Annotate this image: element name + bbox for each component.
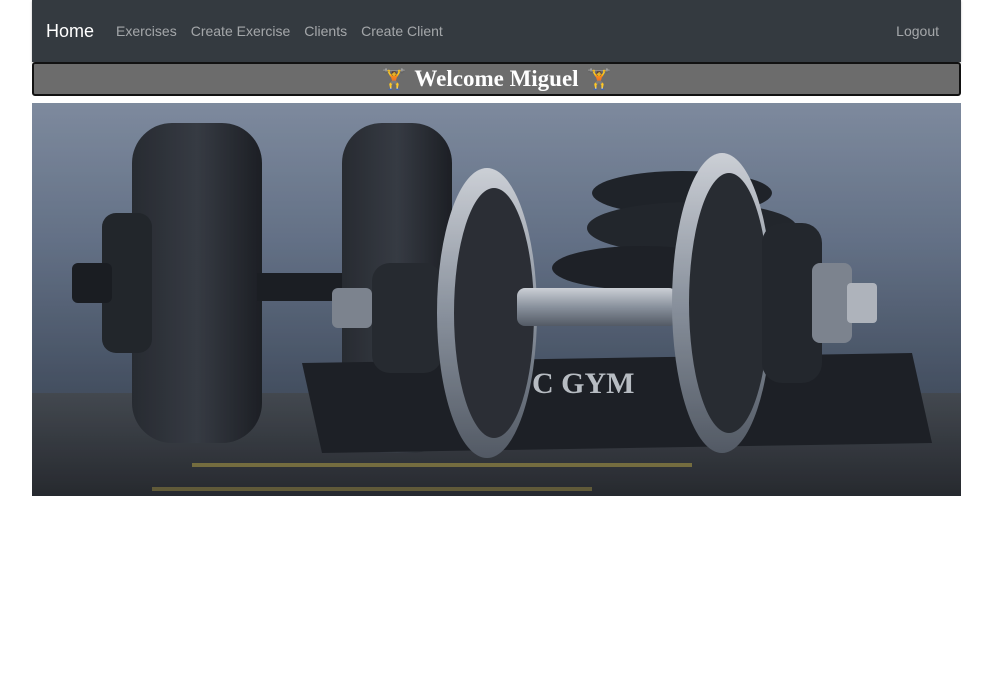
welcome-banner: 🏋 Welcome Miguel 🏋 — [32, 62, 961, 96]
logout-link[interactable]: Logout — [896, 23, 939, 39]
page-container: Home Exercises Create Exercise Clients C… — [32, 0, 961, 496]
hero-gym-image: C GYM — [32, 103, 961, 496]
nav-create-client-link[interactable]: Create Client — [361, 23, 443, 39]
top-navbar: Home Exercises Create Exercise Clients C… — [32, 0, 961, 62]
dumbbells-illustration: C GYM — [32, 103, 961, 496]
weightlifter-icon: 🏋 — [586, 68, 612, 91]
nav-create-exercise-link[interactable]: Create Exercise — [191, 23, 291, 39]
nav-exercises-link[interactable]: Exercises — [116, 23, 177, 39]
nav-links: Exercises Create Exercise Clients Create… — [116, 23, 457, 39]
home-link[interactable]: Home — [46, 21, 94, 42]
nav-clients-link[interactable]: Clients — [304, 23, 347, 39]
welcome-text: Welcome Miguel — [414, 66, 579, 91]
weightlifter-icon: 🏋 — [381, 68, 407, 91]
